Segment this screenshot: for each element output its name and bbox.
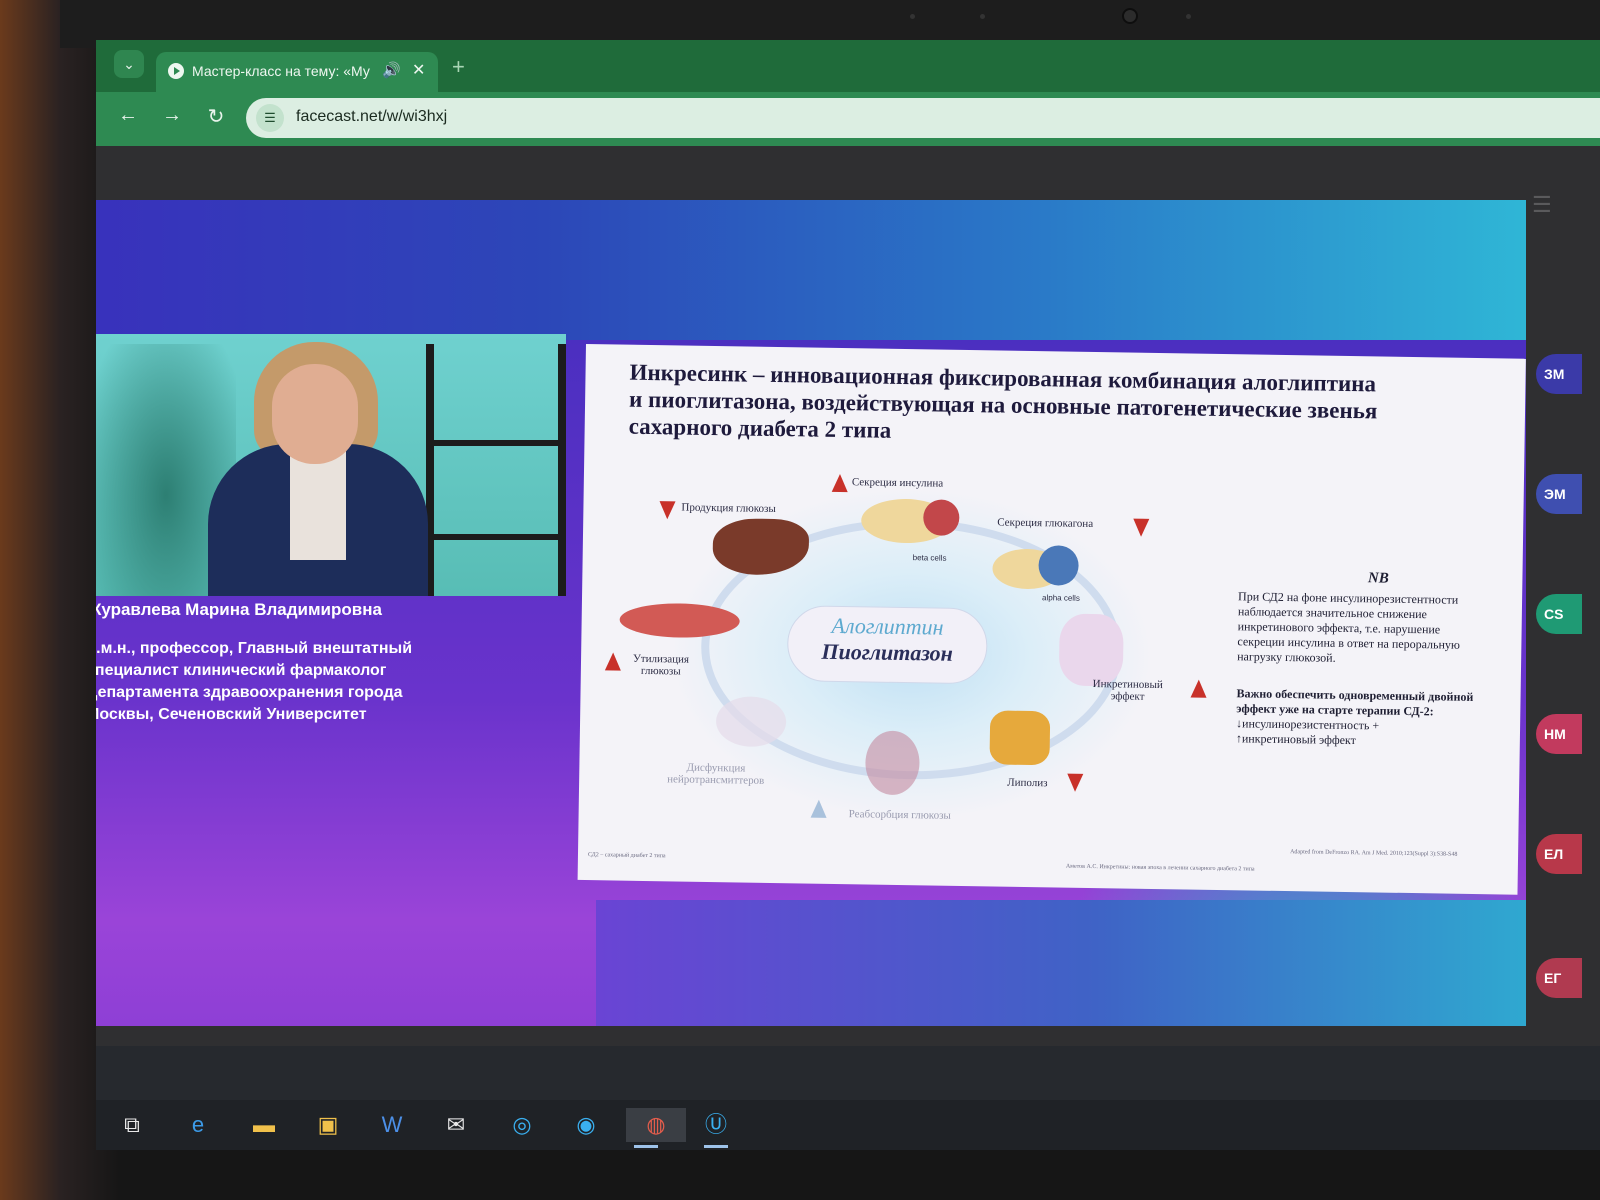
web-page: ☰ Журавлева Марина Владимировна д.м.н., … (96, 146, 1600, 1136)
speaker-desc-line: Департамента здравоохранения города (96, 684, 403, 701)
label-incretin-effect: Инкретиновый эффект (1092, 678, 1163, 703)
label-line: нейротрансмиттеров (667, 773, 765, 787)
decrease-arrow-icon (1133, 518, 1150, 537)
label-glucose-production: Продукция глюкозы (681, 501, 776, 516)
speaker-desc-line: специалист клинический фармаколог (96, 662, 387, 679)
sensor-dot (980, 14, 985, 19)
label-beta-cells: beta cells (912, 553, 947, 563)
shield-app-icon[interactable]: ◉ (566, 1108, 606, 1142)
tab-close-button[interactable]: ✕ (412, 60, 425, 80)
adipose-image (989, 710, 1051, 766)
pioglitazone-label: Пиоглитазон (821, 638, 954, 666)
webcam (1122, 8, 1138, 24)
menu-icon[interactable]: ☰ (1532, 192, 1552, 218)
speaker-video (96, 334, 566, 596)
pathogenesis-diagram: Алоглиптин Пиоглитазон Секреция инсулина… (604, 464, 1207, 833)
speaker-icon[interactable]: 🔊 (382, 61, 401, 79)
label-glucagon-secretion: Секреция глюкагона (997, 516, 1094, 530)
alogliptin-label: Алоглиптин (831, 612, 944, 640)
slide-footnote: СД2 – сахарный диабет 2 типа (587, 852, 666, 860)
forward-arrow-icon[interactable]: → (158, 104, 186, 127)
edge-icon[interactable]: e (178, 1108, 218, 1142)
slide-footnote: Аметов А.С. Инкретины: новая эпоха в леч… (1065, 863, 1255, 873)
nb-note: NB При СД2 на фоне инсулинорезистентност… (1236, 568, 1519, 750)
participant-avatar[interactable]: ЕГ (1536, 958, 1582, 998)
increase-arrow-icon (831, 473, 848, 493)
back-arrow-icon[interactable]: ← (114, 104, 142, 127)
chrome-icon[interactable]: ◍ (626, 1108, 686, 1148)
windows-taskbar: ⊞ ⧉ e ▬ ▣ W ✉ ◎ ◉ ◍ Ⓤ (96, 1046, 1600, 1150)
speaker-figure-face (272, 364, 358, 464)
label-alpha-cells: alpha cells (1042, 593, 1080, 603)
app-c-icon[interactable]: ◎ (502, 1108, 542, 1142)
monitor: ⌄ Мастер-класс на тему: «Му 🔊 ✕ + ← → ↻ … (0, 0, 1600, 1200)
label-glucose-utilization: Утилизация глюкозы (633, 653, 689, 678)
drug-combination-label: Алоглиптин Пиоглитазон (786, 605, 988, 685)
mail-icon[interactable]: ✉ (436, 1108, 476, 1142)
speaker-caption: Журавлева Марина Владимировна д.м.н., пр… (96, 600, 566, 726)
label-glucose-reabsorption: Реабсорбция глюкозы (848, 808, 951, 822)
participant-avatar[interactable]: CS (1536, 594, 1582, 634)
slide-title: Инкресинк – инновационная фиксированная … (629, 359, 1526, 454)
screen: ⌄ Мастер-класс на тему: «Му 🔊 ✕ + ← → ↻ … (96, 40, 1600, 1150)
decrease-arrow-icon (659, 501, 676, 520)
tab-active[interactable]: Мастер-класс на тему: «Му 🔊 ✕ (156, 52, 438, 92)
label-line: Инкретиновый (1092, 678, 1163, 692)
reload-icon[interactable]: ↻ (202, 104, 230, 129)
nb-heading: NB (1367, 570, 1389, 587)
new-tab-button[interactable]: + (452, 54, 465, 80)
label-line: Утилизация (632, 652, 690, 666)
participant-avatar[interactable]: ЕЛ (1536, 834, 1582, 874)
browser-toolbar: ← → ↻ ☰ facecast.net/w/wi3hxj (96, 92, 1600, 146)
browser-tab-bar: ⌄ Мастер-класс на тему: «Му 🔊 ✕ + (96, 40, 1600, 92)
taskbar-strip (96, 1046, 1600, 1100)
tab-search-button[interactable]: ⌄ (114, 50, 144, 78)
presentation-slide: Инкресинк – инновационная фиксированная … (577, 344, 1526, 895)
increase-arrow-icon (1190, 679, 1207, 698)
slide-footnote: Adapted from DeFronzo RA. Am J Med. 2010… (1290, 849, 1458, 858)
speaker-desc-line: д.м.н., профессор, Главный внештатный (96, 640, 413, 657)
speaker-desc-line: Москвы, Сеченовский Университет (96, 706, 367, 723)
label-line: эффект (1110, 690, 1145, 703)
decrease-arrow-icon (1067, 773, 1084, 792)
label-line: глюкозы (640, 664, 681, 678)
increase-arrow-icon (604, 652, 622, 671)
store-icon[interactable]: ▣ (308, 1108, 348, 1142)
label-neurotransmitter-dysfunction: Дисфункция нейротрансмиттеров (667, 761, 765, 787)
nb-line: ↑инкретиновый эффект (1235, 731, 1357, 748)
word-icon[interactable]: W (372, 1108, 412, 1142)
participant-avatar[interactable]: ЭМ (1536, 474, 1582, 514)
address-bar[interactable]: ☰ facecast.net/w/wi3hxj (246, 98, 1600, 138)
participant-avatar[interactable]: НМ (1536, 714, 1582, 754)
tab-title: Мастер-класс на тему: «Му (192, 63, 370, 79)
label-insulin-secretion: Секреция инсулина (851, 476, 944, 490)
player-top-band (96, 200, 1526, 340)
bookshelf-decor (426, 344, 566, 596)
increase-arrow-icon (810, 799, 827, 818)
intestine-image (1058, 613, 1124, 687)
play-icon (168, 63, 184, 79)
participant-avatar[interactable]: ЗМ (1536, 354, 1582, 394)
taskbar-icons: ⊞ ⧉ e ▬ ▣ W ✉ ◎ ◉ ◍ Ⓤ (96, 1100, 1600, 1150)
site-settings-icon[interactable]: ☰ (256, 104, 284, 132)
speaker-name: Журавлева Марина Владимировна (96, 600, 382, 619)
url-text: facecast.net/w/wi3hxj (296, 108, 448, 125)
speaker-figure-shirt (290, 450, 346, 560)
file-explorer-icon[interactable]: ▬ (244, 1108, 284, 1142)
label-lipolysis: Липолиз (1007, 776, 1048, 790)
video-player[interactable]: Журавлева Марина Владимировна д.м.н., пр… (96, 200, 1526, 1026)
app-u-icon[interactable]: Ⓤ (696, 1108, 736, 1148)
task-view-icon[interactable]: ⧉ (112, 1108, 152, 1142)
sensor-dot (1186, 14, 1191, 19)
sensor-dot (910, 14, 915, 19)
speaker-description: д.м.н., профессор, Главный внештатный сп… (96, 638, 566, 726)
player-bottom-band (596, 900, 1526, 1026)
